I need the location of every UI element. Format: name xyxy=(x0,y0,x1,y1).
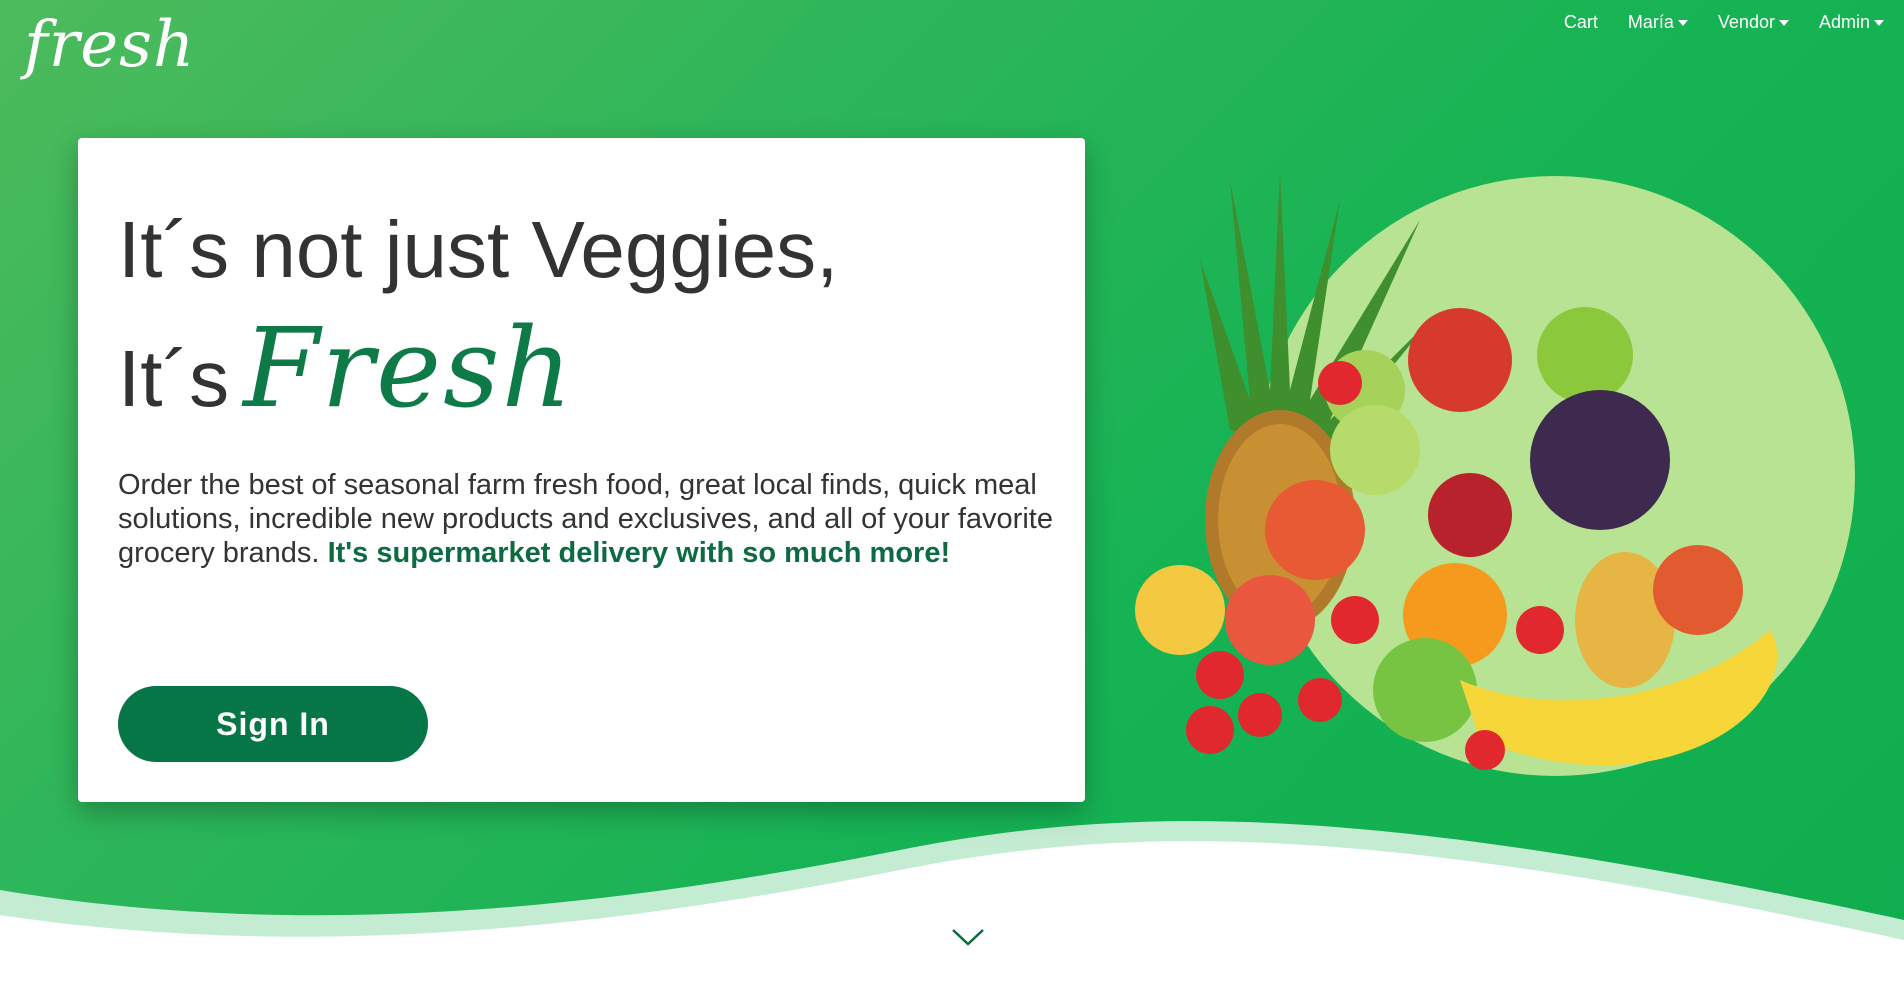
fruit-illustration xyxy=(1135,170,1855,776)
nav-user-menu[interactable]: María xyxy=(1628,8,1688,36)
sign-in-button[interactable]: Sign In xyxy=(118,686,428,762)
nav-vendor-label: Vendor xyxy=(1717,12,1775,32)
peach-image xyxy=(1653,545,1743,635)
grapes-green-cluster xyxy=(1330,405,1420,495)
bottom-wave xyxy=(0,821,1904,990)
hero-card: It´s not just Veggies, It´s Fresh Order t… xyxy=(78,138,1085,802)
nav-cart-label: Cart xyxy=(1563,12,1598,32)
apple-lime-image xyxy=(1373,638,1477,742)
headline-script-word: Fresh xyxy=(243,304,575,432)
nav-cart-link[interactable]: Cart xyxy=(1564,8,1598,36)
headline-line-1: It´s not just Veggies, xyxy=(118,205,839,294)
nectarine-image xyxy=(1265,480,1365,580)
top-navigation: Cart María Vendor Admin xyxy=(1564,8,1884,36)
caret-down-icon xyxy=(1778,20,1789,26)
apple-red-image xyxy=(1408,308,1512,412)
headline-prefix: It´s xyxy=(118,334,230,423)
nav-admin-label: Admin xyxy=(1818,12,1870,32)
apple-green-image xyxy=(1537,307,1633,403)
description-highlight: It's supermarket delivery with so much m… xyxy=(327,537,951,569)
lemon-image xyxy=(1135,565,1225,655)
nav-vendor-menu[interactable]: Vendor xyxy=(1718,8,1789,36)
brand-logo[interactable]: fresh xyxy=(24,0,195,90)
nav-admin-menu[interactable]: Admin xyxy=(1819,8,1884,36)
caret-down-icon xyxy=(1677,20,1688,26)
apple-yellow-image xyxy=(1225,575,1315,665)
caret-down-icon xyxy=(1874,20,1884,26)
pomegranate-image xyxy=(1428,473,1512,557)
chevron-down-icon[interactable] xyxy=(950,926,986,948)
headline-line-2: It´s Fresh xyxy=(118,308,574,439)
grapes-purple-image xyxy=(1530,390,1670,530)
nav-user-label: María xyxy=(1627,12,1674,32)
hero-description: Order the best of seasonal farm fresh fo… xyxy=(118,468,1078,570)
